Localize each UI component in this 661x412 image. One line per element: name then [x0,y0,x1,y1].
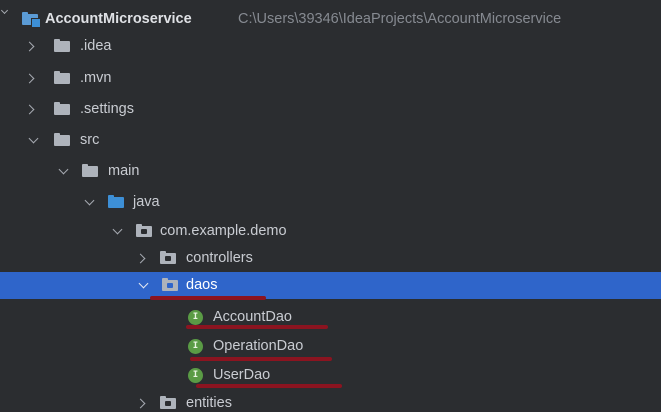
chevron-down-icon[interactable] [84,195,95,206]
chevron-down-icon[interactable] [138,278,149,289]
source-folder-icon [108,195,124,208]
chevron-right-icon[interactable] [135,253,146,264]
tree-item-label: entities [186,395,232,411]
chevron-right-icon[interactable] [135,398,146,409]
tree-item-label: .settings [80,101,134,117]
tree-item-controllers[interactable]: controllers [0,245,661,272]
annotation-underline [150,296,266,300]
tree-item-mvn[interactable]: .mvn [0,65,661,92]
tree-item-settings[interactable]: .settings [0,96,661,123]
tree-item-label: OperationDao [213,338,304,354]
module-folder-icon [22,12,41,28]
tree-item-label: java [133,194,160,210]
package-folder-icon [136,224,152,237]
tree-item-main[interactable]: main [0,158,661,185]
tree-item-idea[interactable]: .idea [0,33,661,60]
tree-item-label: controllers [186,250,253,266]
package-folder-icon [160,396,176,409]
tree-item-label: com.example.demo [160,223,287,239]
chevron-down-icon[interactable] [58,164,69,175]
tree-item-daos[interactable]: daos [0,272,661,299]
folder-icon [54,102,70,115]
tree-item-label: main [108,163,140,179]
folder-icon [54,39,70,52]
tree-item-label: .mvn [80,70,112,86]
tree-item-label: AccountDao [213,309,292,325]
tree-item-label: .idea [80,38,112,54]
root-path: C:\Users\39346\IdeaProjects\AccountMicro… [238,11,562,27]
tree-item-label: daos [186,277,218,293]
chevron-down-icon[interactable] [112,224,123,235]
annotation-underline [186,325,328,329]
tree-root-accountmicroservice[interactable]: AccountMicroservice C:\Users\39346\IdeaP… [0,6,661,33]
tree-item-label: src [80,132,100,148]
interface-icon: I [188,310,203,325]
interface-icon: I [188,368,203,383]
annotation-underline [196,384,342,388]
package-folder-icon [160,251,176,264]
chevron-down-icon[interactable] [28,133,39,144]
folder-icon [82,164,98,177]
chevron-right-icon[interactable] [24,104,35,115]
root-label: AccountMicroservice [45,11,192,27]
chevron-down-icon[interactable] [0,6,9,15]
annotation-underline [190,357,332,361]
tree-item-entities[interactable]: entities [0,390,661,412]
tree-item-src[interactable]: src [0,127,661,154]
folder-icon [54,133,70,146]
tree-item-operationdao[interactable]: I OperationDao [0,333,661,360]
package-folder-icon [162,278,178,291]
folder-icon [54,71,70,84]
tree-item-com-example-demo[interactable]: com.example.demo [0,218,661,245]
project-tree: AccountMicroservice C:\Users\39346\IdeaP… [0,0,661,412]
interface-icon: I [188,339,203,354]
tree-item-java[interactable]: java [0,189,661,216]
chevron-right-icon[interactable] [24,73,35,84]
tree-item-label: UserDao [213,367,271,383]
chevron-right-icon[interactable] [24,41,35,52]
tree-item-accountdao[interactable]: I AccountDao [0,304,661,331]
